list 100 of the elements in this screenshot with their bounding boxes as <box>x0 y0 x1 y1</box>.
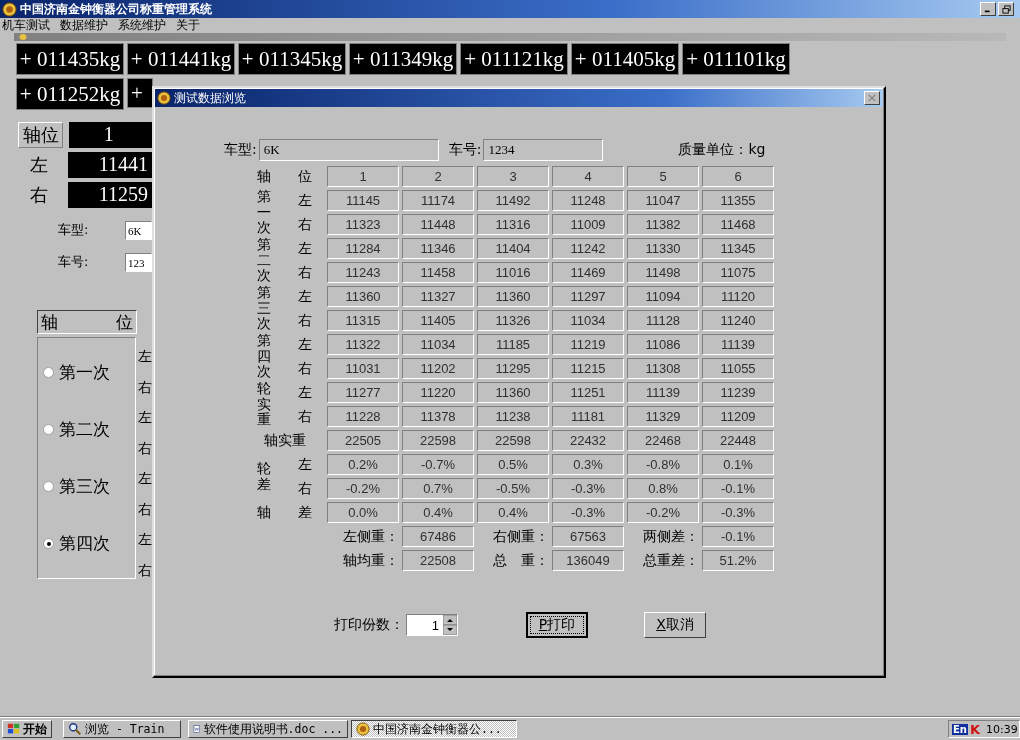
table-cell: 11405 <box>402 310 474 331</box>
side-label: 右 <box>138 377 152 397</box>
axle-label: 轴位 <box>18 121 64 148</box>
weight-display: + <box>127 78 153 108</box>
table-cell: 11308 <box>627 358 699 379</box>
app-icon <box>356 722 370 736</box>
start-button[interactable]: 开始 <box>2 720 52 738</box>
summary-value: 67563 <box>552 526 624 547</box>
row-label: 第二次 <box>257 238 271 283</box>
header-text: 位 <box>116 310 133 334</box>
table-cell: 11034 <box>402 334 474 355</box>
summary-value: 67486 <box>402 526 474 547</box>
table-cell: 11316 <box>477 214 549 235</box>
menu-item[interactable]: 数据维护 <box>60 18 108 33</box>
table-cell: 0.5% <box>477 454 549 475</box>
taskbar-button[interactable]: 软件使用说明书.doc ... <box>188 720 348 738</box>
table-cell: 11345 <box>702 238 774 259</box>
table-cell: 11284 <box>327 238 399 259</box>
table-cell: 11120 <box>702 286 774 307</box>
right-weight-display: 11259 <box>68 181 152 208</box>
table-cell: 11330 <box>627 238 699 259</box>
model-field[interactable]: 6K <box>258 139 439 161</box>
taskbar-button[interactable]: 浏览 - Train <box>63 720 181 738</box>
table-cell: -0.5% <box>477 478 549 499</box>
model-label: 车型: <box>224 141 257 159</box>
table-cell: 11315 <box>327 310 399 331</box>
table-cell: 11492 <box>477 190 549 211</box>
table-cell: 11139 <box>627 382 699 403</box>
radio-option[interactable]: 第一次 <box>38 361 135 384</box>
radio-button[interactable] <box>43 367 54 378</box>
clock: 10:39 <box>986 722 1018 736</box>
table-cell: -0.3% <box>552 502 624 523</box>
number-field[interactable]: 1234 <box>483 139 604 161</box>
radio-button[interactable] <box>43 538 54 549</box>
table-cell: -0.3% <box>552 478 624 499</box>
table-cell: 11251 <box>552 382 624 403</box>
document-icon <box>193 722 201 736</box>
table-cell: 11360 <box>477 382 549 403</box>
dialog-button[interactable]: X取消 <box>644 612 706 638</box>
row-label: 轴 <box>256 166 272 186</box>
table-cell: 0.1% <box>702 454 774 475</box>
table-cell: 11498 <box>627 262 699 283</box>
table-cell: 22598 <box>477 430 549 451</box>
table-cell: 11094 <box>627 286 699 307</box>
copies-spinner[interactable]: 1 <box>406 614 458 636</box>
table-cell: 0.0% <box>327 502 399 523</box>
table-cell: 11128 <box>627 310 699 331</box>
radio-option[interactable]: 第四次 <box>38 532 135 555</box>
table-cell: 0.4% <box>402 502 474 523</box>
number-field[interactable]: 123 <box>125 252 152 272</box>
dialog-button[interactable]: P打印 <box>526 612 588 638</box>
dialog-title: 测试数据浏览 <box>174 90 246 106</box>
side-label: 左 <box>297 382 313 402</box>
language-indicator[interactable]: En <box>952 723 968 735</box>
table-cell: 11086 <box>627 334 699 355</box>
menu-item[interactable]: 关于 <box>176 18 200 33</box>
weight-display: + 011441kg <box>127 43 235 75</box>
menu-item[interactable]: 系统维护 <box>118 18 166 33</box>
app-icon <box>18 33 28 41</box>
column-header: 3 <box>477 166 549 187</box>
close-icon <box>868 94 876 102</box>
table-cell: 11448 <box>402 214 474 235</box>
table-cell: 11329 <box>627 406 699 427</box>
taskbar-button[interactable]: 中国济南金钟衡器公... <box>351 720 517 738</box>
side-label: 右 <box>297 214 313 234</box>
right-label: 右 <box>29 182 49 207</box>
close-button[interactable] <box>864 91 880 105</box>
summary-label: 轴均重： <box>342 550 399 570</box>
table-cell: 11240 <box>702 310 774 331</box>
table-cell: 11277 <box>327 382 399 403</box>
table-cell: 11031 <box>327 358 399 379</box>
radio-button[interactable] <box>43 424 54 435</box>
table-cell: -0.8% <box>627 454 699 475</box>
weight-display: + 011435kg <box>16 43 124 75</box>
table-cell: 11075 <box>702 262 774 283</box>
table-cell: 11181 <box>552 406 624 427</box>
table-cell: 11297 <box>552 286 624 307</box>
windows-logo-icon <box>7 722 21 736</box>
table-cell: 11209 <box>702 406 774 427</box>
table-cell: -0.2% <box>627 502 699 523</box>
table-cell: 11047 <box>627 190 699 211</box>
weight-display: + 011349kg <box>349 43 457 75</box>
restore-button[interactable] <box>998 2 1014 16</box>
table-cell: 11248 <box>552 190 624 211</box>
radio-option[interactable]: 第三次 <box>38 475 135 498</box>
radio-button[interactable] <box>43 481 54 492</box>
table-cell: 11355 <box>702 190 774 211</box>
menu-item[interactable]: 机车测试 <box>2 18 50 33</box>
table-cell: 11382 <box>627 214 699 235</box>
summary-label: 右侧重： <box>492 526 549 546</box>
table-cell: 11174 <box>402 190 474 211</box>
table-cell: -0.7% <box>402 454 474 475</box>
minimize-button[interactable] <box>980 2 996 16</box>
row-label: 位 <box>297 166 313 186</box>
magnifier-icon <box>68 722 82 736</box>
side-label: 左 <box>138 347 152 366</box>
radio-option[interactable]: 第二次 <box>38 418 135 441</box>
side-label: 差 <box>297 502 313 522</box>
model-field[interactable]: 6K <box>125 220 152 240</box>
window-title: 中国济南金钟衡器公司称重管理系统 <box>20 0 212 18</box>
